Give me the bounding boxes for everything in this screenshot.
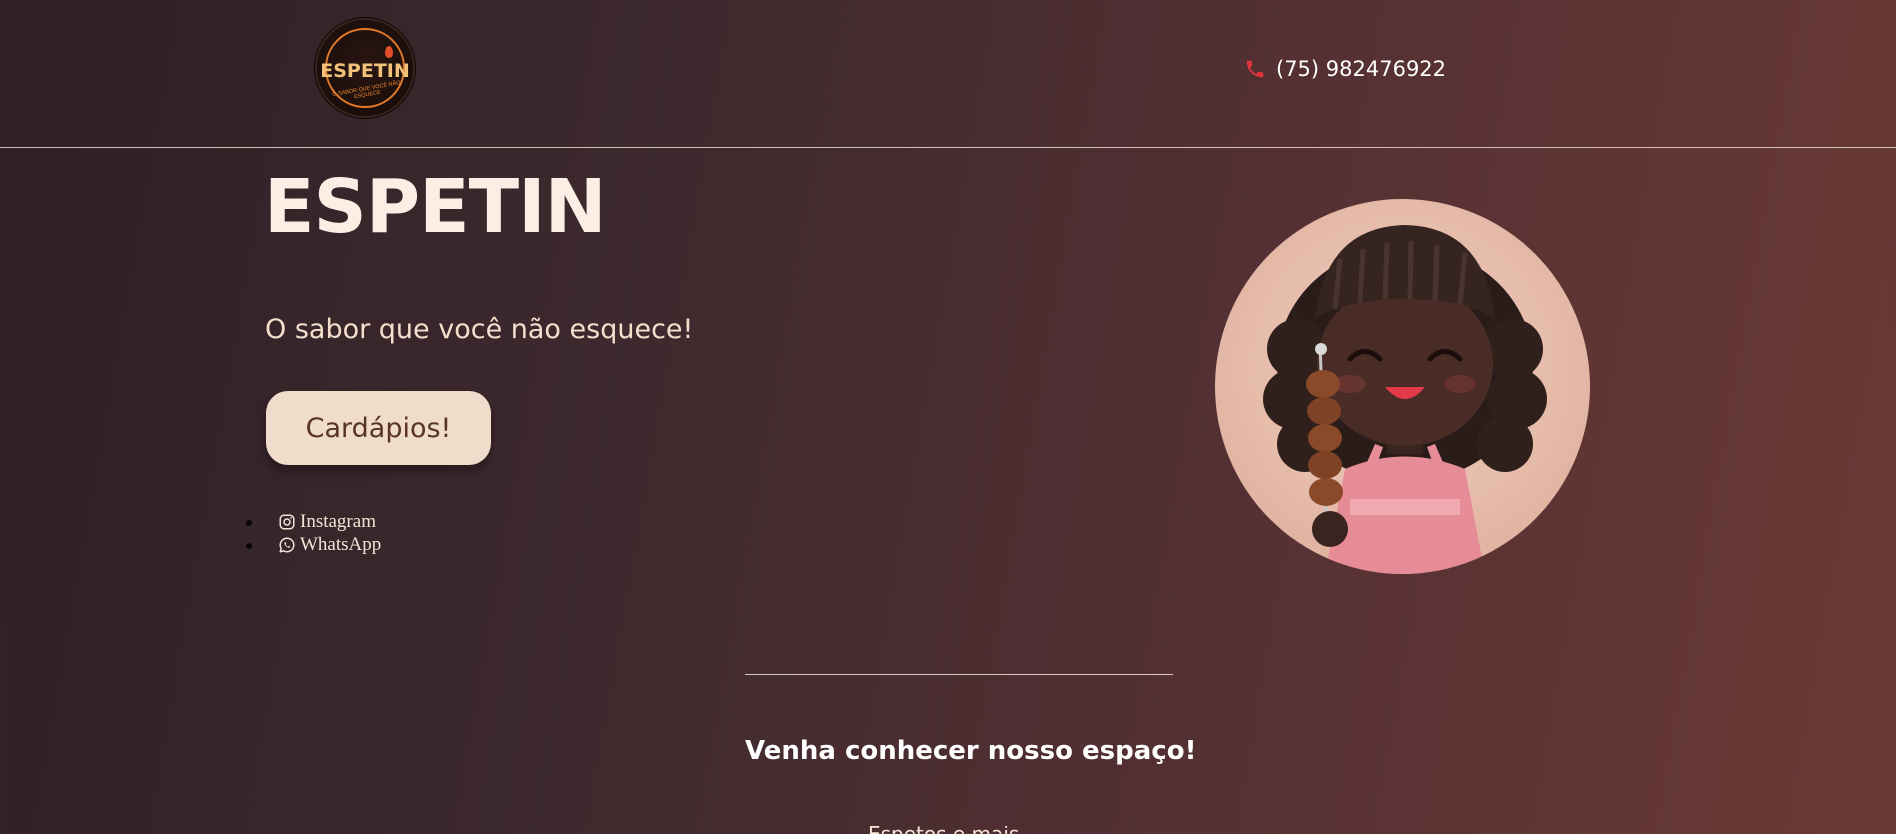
site-header: ESPETIN O SABOR QUE VOCÊ NÃO ESQUECE (75… (0, 0, 1896, 148)
logo-wordmark: ESPETIN (320, 60, 410, 82)
flame-icon (385, 46, 393, 58)
section-title: Venha conhecer nosso espaço! (745, 736, 1197, 766)
whatsapp-link[interactable]: WhatsApp (300, 534, 381, 556)
social-links: Instagram WhatsApp (246, 510, 381, 556)
instagram-icon (279, 514, 295, 529)
hero-tagline: O sabor que você não esquece! (265, 314, 694, 345)
phone-icon (1246, 60, 1264, 78)
social-item-instagram: Instagram (246, 510, 381, 533)
section-subtext-label: Espetos e mais (868, 826, 1028, 834)
menu-button[interactable]: Cardápios! (266, 391, 491, 465)
instagram-link[interactable]: Instagram (300, 511, 376, 533)
phone-number: (75) 982476922 (1276, 57, 1447, 81)
mascot-girl-icon (1263, 225, 1547, 574)
social-item-whatsapp: WhatsApp (246, 533, 381, 556)
section-divider (745, 674, 1173, 675)
phone-contact[interactable]: (75) 982476922 (1244, 54, 1446, 84)
page-title: ESPETIN (264, 164, 607, 250)
section-subtext: Espetos e mais (868, 826, 1028, 834)
whatsapp-icon (279, 536, 295, 552)
espetin-logo[interactable]: ESPETIN O SABOR QUE VOCÊ NÃO ESQUECE (315, 18, 415, 118)
mascot-avatar (1215, 199, 1590, 574)
